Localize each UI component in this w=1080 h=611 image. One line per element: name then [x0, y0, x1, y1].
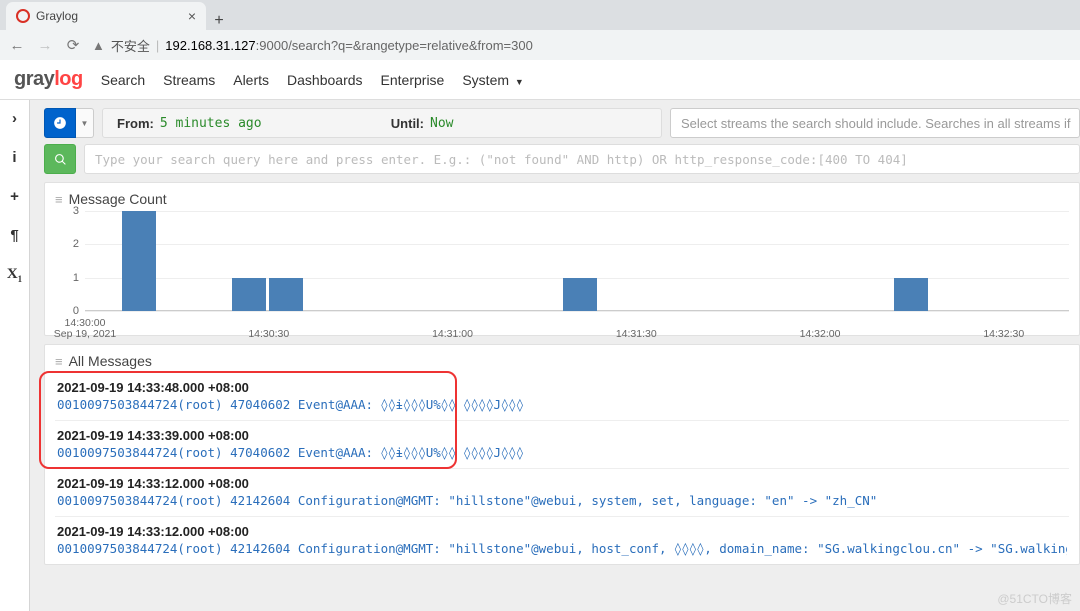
message-row[interactable]: 2021-09-19 14:33:12.000 +08:000010097503… [55, 516, 1069, 564]
brand-logo[interactable]: graylog [14, 68, 83, 91]
search-icon [54, 153, 67, 166]
chart-bar [269, 278, 303, 311]
forward-button[interactable]: → [36, 37, 54, 54]
message-body: 0010097503844724(root) 42142604 Configur… [57, 541, 1067, 556]
pilcrow-icon[interactable]: ¶ [10, 227, 18, 244]
chart-bar [563, 278, 597, 311]
message-timestamp: 2021-09-19 14:33:39.000 +08:00 [57, 425, 1067, 445]
search-button[interactable] [44, 144, 76, 174]
message-count-chart: 012314:30:00Sep 19, 202114:30:3014:31:00… [55, 211, 1069, 331]
browser-chrome: Graylog × + ← → ⟳ ▲ 不安全 | 192.168.31.127… [0, 0, 1080, 60]
chevron-down-icon: ▼ [515, 77, 524, 87]
watermark: @51CTO博客 [997, 590, 1072, 607]
nav-system[interactable]: System ▼ [462, 72, 524, 88]
query-input[interactable]: Type your search query here and press en… [84, 144, 1080, 174]
streams-select[interactable]: Select streams the search should include… [670, 108, 1080, 138]
close-icon[interactable]: × [188, 8, 196, 24]
chevron-down-icon[interactable]: ▼ [76, 108, 94, 138]
url-path: :9000/search?q=&rangetype=relative&from=… [256, 38, 533, 53]
insecure-icon: ▲ [92, 38, 105, 53]
tab-bar: Graylog × + [0, 0, 1080, 30]
new-tab-button[interactable]: + [206, 12, 232, 30]
timerange-display[interactable]: From: 5 minutes ago Until: Now [102, 108, 662, 138]
left-rail: › i + ¶ X1 [0, 100, 30, 611]
nav-streams[interactable]: Streams [163, 72, 215, 88]
back-button[interactable]: ← [8, 37, 26, 54]
main-content: ▼ From: 5 minutes ago Until: Now Select … [30, 100, 1080, 611]
url-host: 192.168.31.127 [165, 38, 255, 53]
chart-bar [122, 211, 156, 311]
panel-all-messages: ≡ All Messages 2021-09-19 14:33:48.000 +… [44, 344, 1080, 565]
nav-search[interactable]: Search [101, 72, 145, 88]
address-input[interactable]: ▲ 不安全 | 192.168.31.127:9000/search?q=&ra… [92, 36, 1072, 55]
reload-button[interactable]: ⟳ [64, 36, 82, 54]
message-row[interactable]: 2021-09-19 14:33:12.000 +08:000010097503… [55, 468, 1069, 516]
panel-title: All Messages [69, 353, 152, 369]
message-row[interactable]: 2021-09-19 14:33:39.000 +08:000010097503… [55, 420, 1069, 468]
tab-favicon [16, 9, 30, 23]
panel-title: Message Count [69, 191, 167, 207]
nav-enterprise[interactable]: Enterprise [381, 72, 445, 88]
clock-icon [44, 108, 76, 138]
nav-alerts[interactable]: Alerts [233, 72, 269, 88]
security-label: 不安全 [111, 36, 150, 55]
plus-icon[interactable]: + [10, 188, 19, 205]
address-bar: ← → ⟳ ▲ 不安全 | 192.168.31.127:9000/search… [0, 30, 1080, 60]
message-body: 0010097503844724(root) 47040602 Event@AA… [57, 445, 1067, 460]
top-nav: graylog Search Streams Alerts Dashboards… [0, 60, 1080, 100]
message-row[interactable]: 2021-09-19 14:33:48.000 +08:000010097503… [55, 373, 1069, 420]
message-body: 0010097503844724(root) 47040602 Event@AA… [57, 397, 1067, 412]
info-icon[interactable]: i [12, 149, 16, 166]
message-timestamp: 2021-09-19 14:33:48.000 +08:00 [57, 377, 1067, 397]
message-body: 0010097503844724(root) 42142604 Configur… [57, 493, 1067, 508]
panel-handle-icon[interactable]: ≡ [55, 354, 63, 369]
nav-dashboards[interactable]: Dashboards [287, 72, 363, 88]
message-timestamp: 2021-09-19 14:33:12.000 +08:00 [57, 521, 1067, 541]
subscript-icon[interactable]: X1 [7, 266, 22, 284]
timerange-type-button[interactable]: ▼ [44, 108, 94, 138]
chart-bar [894, 278, 928, 311]
message-timestamp: 2021-09-19 14:33:12.000 +08:00 [57, 473, 1067, 493]
chart-bar [232, 278, 266, 311]
panel-message-count: ≡ Message Count 012314:30:00Sep 19, 2021… [44, 182, 1080, 336]
chevron-right-icon[interactable]: › [12, 110, 17, 127]
tab-title: Graylog [36, 9, 182, 23]
browser-tab[interactable]: Graylog × [6, 2, 206, 30]
